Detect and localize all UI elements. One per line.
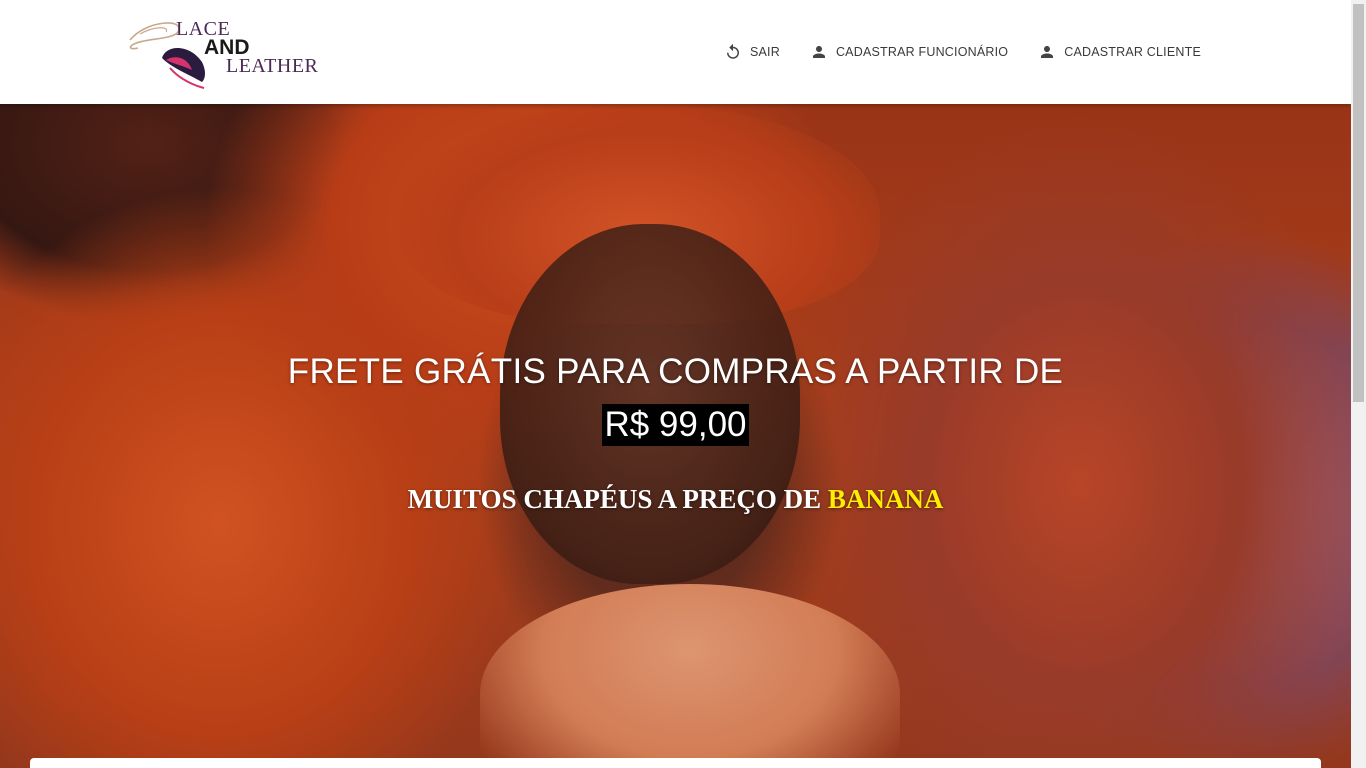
hero-tagline-highlight: BANANA [827, 484, 944, 514]
nav-item-cadastrar-cliente[interactable]: CADASTRAR CLIENTE [1023, 32, 1216, 72]
nav-label-sair: SAIR [749, 45, 780, 59]
page: LACE AND LEATHER SAIR CADASTRAR FUNCIONÁ… [0, 0, 1351, 768]
nav-item-cadastrar-funcionario[interactable]: CADASTRAR FUNCIONÁRIO [795, 32, 1023, 72]
hero-price-wrap: R$ 99,00 [0, 404, 1351, 446]
hero-price: R$ 99,00 [602, 404, 749, 446]
hero-text: FRETE GRÁTIS PARA COMPRAS A PARTIR DE R$… [0, 104, 1351, 768]
person-icon [1038, 43, 1056, 61]
hero-tagline-prefix: MUITOS CHAPÉUS A PREÇO DE [407, 484, 822, 514]
nav-item-sair[interactable]: SAIR [709, 32, 795, 72]
content-card [30, 758, 1321, 768]
scrollbar-thumb[interactable] [1353, 4, 1364, 402]
person-icon [810, 43, 828, 61]
nav-label-cadastrar-funcionario: CADASTRAR FUNCIONÁRIO [835, 45, 1009, 59]
logout-icon [724, 43, 742, 61]
brand-logo[interactable]: LACE AND LEATHER [126, 14, 326, 90]
top-navbar: LACE AND LEATHER SAIR CADASTRAR FUNCIONÁ… [0, 0, 1351, 104]
nav-label-cadastrar-cliente: CADASTRAR CLIENTE [1064, 45, 1201, 59]
page-scrollbar[interactable] [1351, 0, 1366, 768]
main-nav: SAIR CADASTRAR FUNCIONÁRIO CADASTRAR CLI… [709, 0, 1216, 104]
hero-banner: FRETE GRÁTIS PARA COMPRAS A PARTIR DE R$… [0, 104, 1351, 768]
hero-tagline: MUITOS CHAPÉUS A PREÇO DE BANANA [0, 484, 1351, 515]
brand-word-leather: LEATHER [226, 55, 319, 77]
hero-headline: FRETE GRÁTIS PARA COMPRAS A PARTIR DE [287, 352, 1064, 391]
